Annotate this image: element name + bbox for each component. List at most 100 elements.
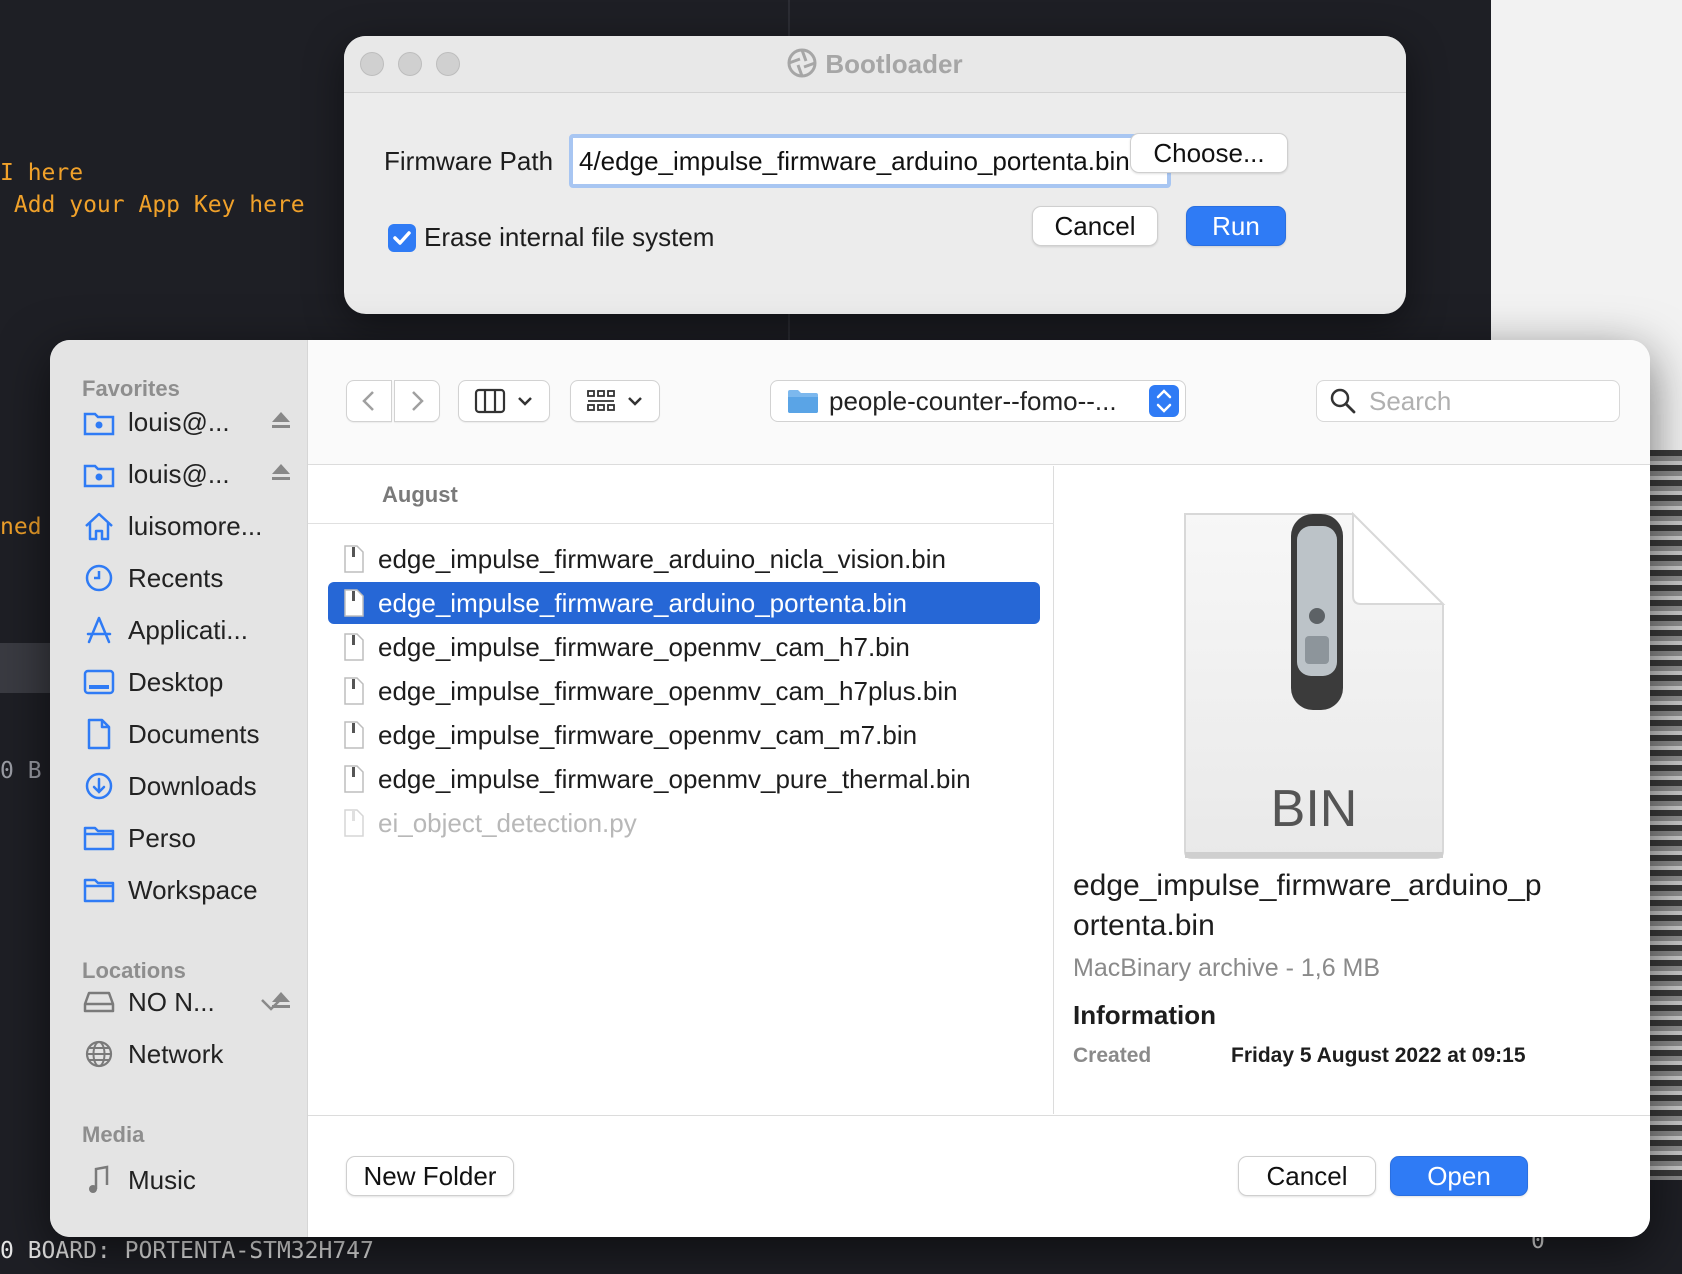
home-icon (82, 509, 116, 543)
preview-information-heading: Information (1073, 1000, 1216, 1030)
file-name: edge_impulse_firmware_arduino_nicla_visi… (378, 543, 947, 574)
sidebar-item-home[interactable]: luisomore... (82, 504, 292, 548)
file-row[interactable]: edge_impulse_firmware_openmv_cam_h7plus.… (328, 670, 1040, 712)
sidebar-item-label: Perso (128, 822, 196, 853)
checkmark-icon (393, 231, 411, 245)
open-button[interactable]: Open (1390, 1156, 1528, 1196)
window-titlebar[interactable]: Bootloader (344, 36, 1406, 93)
chevron-down-icon (518, 397, 532, 406)
sidebar-item-label: Applicati... (128, 614, 248, 645)
forward-button[interactable] (394, 380, 440, 422)
music-icon (82, 1163, 116, 1197)
sidebar-item-label: Workspace (128, 874, 258, 905)
updown-stepper-icon (1149, 385, 1179, 417)
file-icon (340, 545, 368, 573)
preview-file-name: edge_impulse_firmware_arduino_portenta.b… (1073, 869, 1542, 942)
folder-location-popup[interactable]: people-counter--fomo--... (770, 380, 1186, 422)
window-title: Bootloader (344, 48, 1406, 85)
file-name: edge_impulse_firmware_openmv_cam_h7plus.… (378, 675, 958, 706)
desktop-icon (82, 665, 116, 699)
sidebar-item-desktop[interactable]: Desktop (82, 660, 292, 704)
network-icon (82, 1037, 116, 1071)
eject-icon[interactable] (270, 462, 292, 487)
run-button[interactable]: Run (1186, 206, 1286, 246)
terminal-line: I here (0, 160, 84, 186)
new-folder-button[interactable]: New Folder (346, 1156, 514, 1196)
eject-icon[interactable] (270, 410, 292, 435)
file-row[interactable]: edge_impulse_firmware_openmv_pure_therma… (328, 758, 1040, 800)
folder-icon (82, 873, 116, 907)
search-field[interactable]: Search (1316, 380, 1620, 422)
sidebar-item-workspace[interactable]: Workspace (82, 868, 292, 912)
firmware-path-input[interactable]: 4/edge_impulse_firmware_arduino_portenta… (569, 134, 1171, 188)
file-name: edge_impulse_firmware_arduino_portenta.b… (378, 587, 908, 618)
file-icon (340, 633, 368, 661)
chevron-down-icon (628, 397, 642, 406)
file-name: edge_impulse_firmware_openmv_cam_m7.bin (378, 719, 918, 750)
file-row[interactable]: edge_impulse_firmware_arduino_portenta.b… (328, 582, 1040, 624)
eject-icon[interactable] (270, 990, 292, 1015)
sidebar-item-label: Music (128, 1164, 196, 1195)
sidebar-item-label: louis@... (128, 406, 230, 437)
choose-button[interactable]: Choose... (1130, 133, 1288, 173)
sidebar-section-media: Media (82, 1122, 145, 1147)
file-list: August edge_impulse_firmware_arduino_nic… (308, 466, 1054, 1114)
sidebar-item-music[interactable]: Music (82, 1158, 292, 1202)
file-icon (340, 589, 368, 617)
sidebar: Favorites louis@... louis@... luisomore.… (50, 340, 308, 1237)
file-preview: BIN edge_impulse_firmware_arduino_porten… (1055, 466, 1650, 1114)
cancel-button[interactable]: Cancel (1238, 1156, 1376, 1196)
file-group-header: August (308, 466, 1054, 524)
sidebar-item-documents[interactable]: Documents (82, 712, 292, 756)
sidebar-item-shared-1[interactable]: louis@... (82, 400, 292, 444)
panel-footer: New Folder Cancel Open (308, 1115, 1650, 1237)
erase-checkbox-label[interactable]: Erase internal file system (424, 222, 714, 253)
sidebar-item-label: Documents (128, 718, 260, 749)
file-name: ei_object_detection.py (378, 807, 637, 838)
sidebar-item-label: luisomore... (128, 510, 263, 541)
file-icon (340, 765, 368, 793)
sidebar-item-downloads[interactable]: Downloads (82, 764, 292, 808)
download-icon (82, 769, 116, 803)
erase-checkbox[interactable] (388, 224, 416, 252)
sidebar-item-shared-2[interactable]: louis@... (82, 452, 292, 496)
sidebar-item-label: Desktop (128, 666, 224, 697)
search-icon (1330, 388, 1356, 414)
file-type-label: BIN (1271, 780, 1358, 838)
shared-folder-icon (82, 457, 116, 491)
chevron-right-icon (412, 391, 424, 411)
file-row[interactable]: edge_impulse_firmware_arduino_nicla_visi… (328, 538, 1040, 580)
aperture-icon (787, 48, 817, 85)
file-row[interactable]: edge_impulse_firmware_openmv_cam_m7.bin (328, 714, 1040, 756)
sidebar-item-drive[interactable]: NO N... (82, 980, 292, 1024)
terminal-line: ned (0, 514, 42, 540)
sidebar-item-label: Downloads (128, 770, 257, 801)
view-mode-button[interactable] (458, 380, 550, 422)
panel-toolbar: people-counter--fomo--... Search (308, 340, 1650, 465)
back-button[interactable] (346, 380, 392, 422)
file-name: edge_impulse_firmware_openmv_cam_h7.bin (378, 631, 910, 662)
drive-icon (82, 985, 116, 1019)
grid-group-icon (587, 390, 615, 411)
file-icon (340, 809, 368, 837)
file-row[interactable]: edge_impulse_firmware_openmv_cam_h7.bin (328, 626, 1040, 668)
document-icon (82, 717, 116, 751)
file-name: edge_impulse_firmware_openmv_pure_therma… (378, 763, 971, 794)
open-file-panel: Favorites louis@... louis@... luisomore.… (50, 340, 1650, 1237)
columns-view-icon (474, 388, 506, 414)
sidebar-item-perso[interactable]: Perso (82, 816, 292, 860)
bootloader-cancel-button[interactable]: Cancel (1032, 206, 1158, 246)
file-icon (340, 677, 368, 705)
applications-icon (82, 613, 116, 647)
group-by-button[interactable] (570, 380, 660, 422)
folder-icon (788, 390, 818, 413)
preview-file-kind: MacBinary archive - 1,6 MB (1073, 954, 1381, 982)
bootloader-window: Bootloader Firmware Path 4/edge_impulse_… (344, 36, 1406, 314)
window-title-text: Bootloader (825, 49, 963, 79)
sidebar-item-applications[interactable]: Applicati... (82, 608, 292, 652)
sidebar-item-label: Network (128, 1038, 224, 1069)
sidebar-item-recents[interactable]: Recents (82, 556, 292, 600)
sidebar-item-network[interactable]: Network (82, 1032, 292, 1076)
search-placeholder: Search (1369, 385, 1452, 416)
folder-location-name: people-counter--fomo--... (829, 385, 1117, 416)
